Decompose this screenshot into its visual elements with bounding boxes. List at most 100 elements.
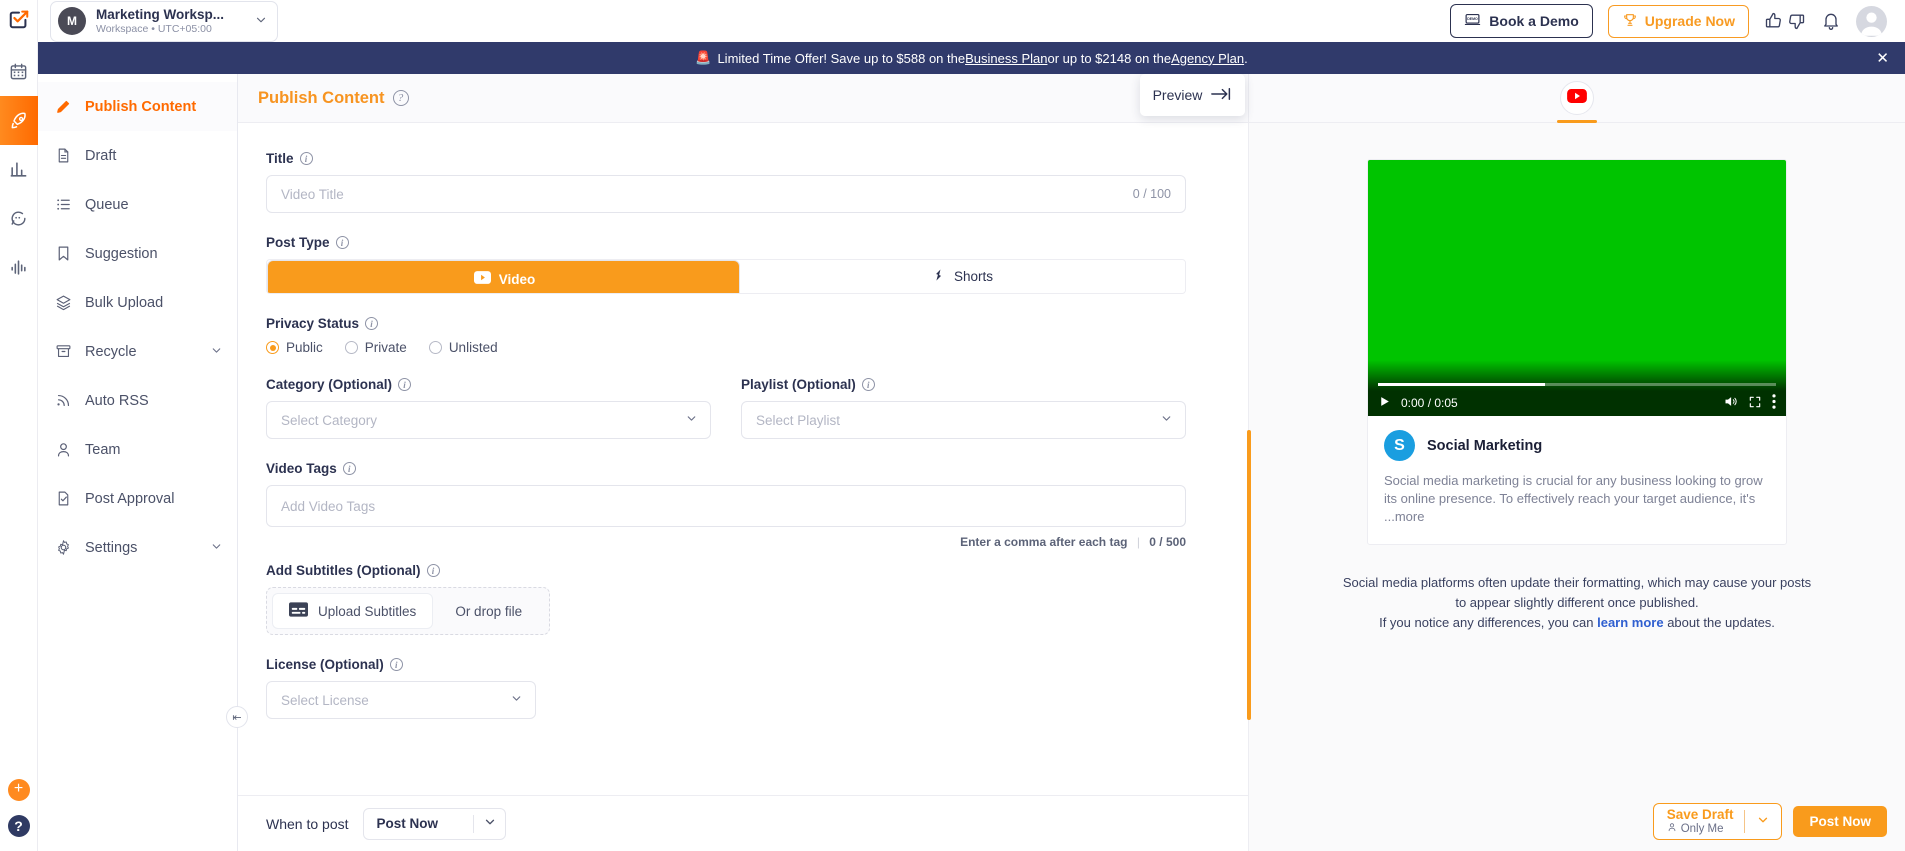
preview-toggle-button[interactable]: Preview — [1140, 74, 1245, 116]
license-label: License (Optional) — [266, 657, 384, 672]
sidebar-item-label: Bulk Upload — [85, 294, 164, 311]
upload-subtitles-button[interactable]: Upload Subtitles — [272, 593, 434, 629]
info-icon[interactable]: i — [365, 317, 379, 330]
more-link[interactable]: ...more — [1384, 509, 1424, 524]
svg-text:DEMO: DEMO — [1468, 17, 1479, 21]
drop-file-label: Or drop file — [455, 603, 523, 619]
sidebar-item-recycle[interactable]: Recycle — [38, 327, 237, 376]
workspace-subtitle: Workspace • UTC+05:00 — [96, 22, 212, 35]
add-button[interactable]: + — [7, 779, 30, 801]
help-info-icon[interactable]: ? — [392, 90, 409, 106]
post-type-video-label: Video — [498, 271, 536, 287]
sidebar-item-label: Auto RSS — [85, 392, 149, 409]
category-group: Category (Optional) i Select Category — [266, 377, 711, 439]
workspace-switcher[interactable]: M Marketing Worksp... Workspace • UTC+05… — [50, 0, 278, 42]
bookmark-icon — [54, 245, 72, 262]
notification-bell-icon[interactable] — [1821, 11, 1841, 31]
privacy-option-label: Unlisted — [448, 340, 498, 355]
sidebar-item-team[interactable]: Team — [38, 425, 237, 474]
info-icon[interactable]: i — [398, 378, 412, 391]
book-demo-button[interactable]: DEMO Book a Demo — [1450, 4, 1593, 38]
sidebar-item-bulk-upload[interactable]: Bulk Upload — [38, 278, 237, 327]
thumbs-up-icon[interactable] — [1764, 11, 1784, 31]
license-select[interactable]: Select License — [266, 681, 536, 719]
save-draft-button[interactable]: Save Draft Only Me — [1652, 803, 1783, 840]
fullscreen-icon[interactable] — [1748, 395, 1762, 412]
sidebar-item-settings[interactable]: Settings — [38, 523, 237, 572]
publish-content-panel: Publish Content ? Title i Video Title 0 … — [238, 74, 1248, 851]
privacy-radio-private[interactable]: Private — [344, 340, 407, 355]
sidebar-item-draft[interactable]: Draft — [38, 131, 237, 180]
when-to-post-select[interactable]: Post Now — [362, 807, 506, 840]
trophy-icon — [1622, 12, 1638, 31]
info-icon[interactable]: i — [299, 152, 313, 165]
subtitles-dropzone[interactable]: Upload Subtitles Or drop file — [266, 587, 551, 635]
rail-reports-icon[interactable] — [0, 243, 38, 292]
preview-body: 0:00 / 0:05 S Social Marketing Social me… — [1249, 159, 1905, 633]
rail-analytics-icon[interactable] — [0, 145, 38, 194]
avatar[interactable] — [1856, 5, 1887, 37]
video-tags-label: Video Tags — [266, 461, 337, 476]
info-icon[interactable]: i — [342, 462, 356, 475]
chevron-down-icon[interactable] — [1745, 813, 1781, 830]
sidebar-item-suggestion[interactable]: Suggestion — [38, 229, 237, 278]
kebab-menu-icon[interactable] — [1772, 394, 1776, 412]
thumbs-down-icon[interactable] — [1786, 11, 1806, 31]
sidebar-item-label: Post Approval — [85, 490, 175, 507]
privacy-radio-public[interactable]: Public — [266, 340, 323, 355]
learn-more-link[interactable]: learn more — [1597, 615, 1663, 630]
post-description: Social media marketing is crucial for an… — [1384, 472, 1770, 526]
license-label-row: License (Optional) i — [266, 657, 1186, 672]
sidebar-item-publish-content[interactable]: Publish Content — [38, 82, 237, 131]
info-icon[interactable]: i — [335, 236, 349, 249]
pencil-icon — [54, 98, 72, 115]
privacy-label-row: Privacy Status i — [266, 316, 1186, 331]
playlist-select[interactable]: Select Playlist — [741, 401, 1186, 439]
help-button[interactable]: ? — [7, 815, 30, 837]
tab-youtube[interactable] — [1557, 81, 1597, 123]
form-scroll-area[interactable]: Title i Video Title 0 / 100 Post Type i — [238, 123, 1248, 795]
rail-publish-rocket-icon[interactable] — [0, 96, 38, 145]
volume-icon[interactable] — [1723, 394, 1738, 412]
info-icon[interactable]: i — [861, 378, 875, 391]
sidebar-item-post-approval[interactable]: Post Approval — [38, 474, 237, 523]
privacy-option-label: Public — [286, 340, 323, 355]
info-icon[interactable]: i — [389, 658, 403, 671]
upgrade-now-button[interactable]: Upgrade Now — [1607, 4, 1749, 38]
video-player[interactable]: 0:00 / 0:05 — [1368, 160, 1786, 416]
rail-inbox-icon[interactable] — [0, 194, 38, 243]
post-type-video-option[interactable]: Video — [267, 260, 740, 293]
sidebar-item-auto-rss[interactable]: Auto RSS — [38, 376, 237, 425]
close-icon[interactable]: ✕ — [1876, 49, 1889, 67]
promo-text-middle: or up to $2148 on the — [1047, 50, 1172, 66]
video-tags-input[interactable]: Add Video Tags — [266, 485, 1186, 527]
alarm-emoji-icon: 🚨 — [695, 50, 712, 65]
subtitles-label: Add Subtitles (Optional) — [266, 563, 421, 578]
privacy-label: Privacy Status — [266, 316, 360, 331]
play-icon[interactable] — [1378, 395, 1391, 411]
rail-calendar-icon[interactable] — [0, 47, 38, 96]
info-icon[interactable]: i — [426, 564, 440, 577]
category-select[interactable]: Select Category — [266, 401, 711, 439]
channel-name: Social Marketing — [1427, 437, 1543, 454]
youtube-play-icon — [473, 271, 491, 287]
privacy-radio-unlisted[interactable]: Unlisted — [428, 340, 498, 355]
video-progress-bar[interactable] — [1378, 383, 1776, 386]
playlist-label-row: Playlist (Optional) i — [741, 377, 1186, 392]
form-scrollbar[interactable] — [1247, 430, 1251, 720]
chevron-down-icon — [1160, 412, 1173, 428]
title-input[interactable]: Video Title 0 / 100 — [266, 175, 1186, 213]
publish-form: Title i Video Title 0 / 100 Post Type i — [266, 151, 1186, 719]
category-playlist-row: Category (Optional) i Select Category Pl… — [266, 377, 1186, 439]
top-bar: M Marketing Worksp... Workspace • UTC+05… — [38, 0, 1905, 42]
post-now-button[interactable]: Post Now — [1793, 806, 1887, 837]
playlist-placeholder: Select Playlist — [756, 412, 841, 428]
sidebar-item-queue[interactable]: Queue — [38, 180, 237, 229]
app-logo-icon[interactable] — [8, 8, 30, 35]
when-to-post-value: Post Now — [376, 816, 439, 831]
title-label-row: Title i — [266, 151, 1186, 166]
business-plan-link[interactable]: Business Plan — [965, 51, 1047, 66]
post-type-shorts-option[interactable]: Shorts — [740, 260, 1185, 293]
agency-plan-link[interactable]: Agency Plan — [1171, 51, 1244, 66]
collapse-sidebar-button[interactable]: ⇤ — [226, 706, 248, 728]
